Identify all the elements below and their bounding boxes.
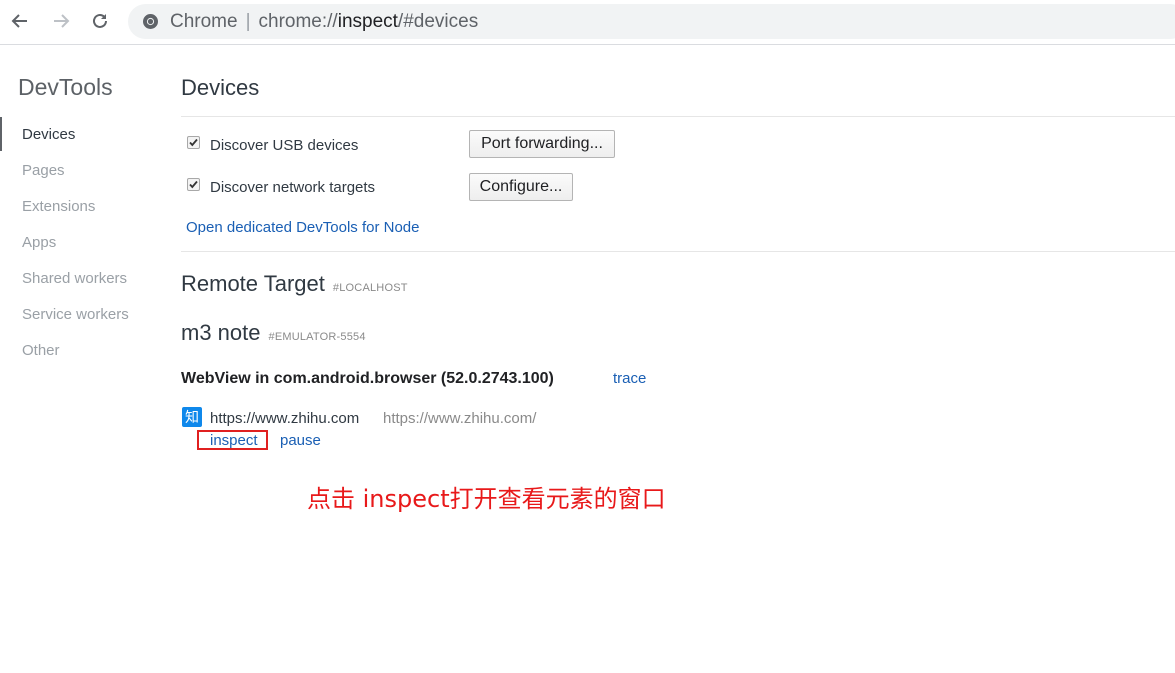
- sidebar-item-apps[interactable]: Apps: [22, 234, 56, 251]
- port-forwarding-button[interactable]: Port forwarding...: [469, 130, 615, 158]
- sidebar-item-devices[interactable]: Devices: [22, 126, 75, 143]
- pause-link[interactable]: pause: [280, 432, 321, 449]
- device-tag: #EMULATOR-5554: [268, 331, 366, 343]
- address-text: Chrome | chrome://inspect/#devices: [170, 11, 478, 33]
- sidebar-item-other[interactable]: Other: [22, 342, 60, 359]
- annotation-text: 点击 inspect打开查看元素的窗口: [307, 485, 666, 513]
- inspect-link[interactable]: inspect: [210, 432, 258, 449]
- arrow-right-icon: [54, 14, 70, 28]
- device-heading: m3 note #EMULATOR-5554: [181, 320, 366, 346]
- configure-button[interactable]: Configure...: [469, 173, 573, 201]
- address-separator: |: [245, 11, 251, 32]
- back-button[interactable]: [7, 8, 33, 34]
- arrow-left-icon: [11, 14, 27, 28]
- url-host: inspect: [337, 11, 398, 32]
- checkmark-icon: [189, 180, 198, 189]
- page-title-text: https://www.zhihu.com: [210, 410, 360, 427]
- sidebar-item-extensions[interactable]: Extensions: [22, 198, 95, 215]
- webview-title: WebView in com.android.browser (52.0.274…: [181, 370, 554, 387]
- remote-target-title: Remote Target: [181, 271, 325, 296]
- sidebar-title: DevTools: [18, 74, 113, 100]
- network-checkbox[interactable]: [187, 178, 200, 191]
- device-name: m3 note: [181, 320, 261, 345]
- checkmark-icon: [189, 138, 198, 147]
- reload-icon: [93, 13, 107, 28]
- node-devtools-link[interactable]: Open dedicated DevTools for Node: [186, 219, 419, 236]
- url-path: /#devices: [397, 11, 479, 32]
- sidebar-item-shared-workers[interactable]: Shared workers: [22, 270, 127, 287]
- url-prefix: chrome://: [258, 11, 338, 32]
- remote-target-tag: #LOCALHOST: [332, 282, 408, 294]
- page-title: Devices: [181, 75, 260, 100]
- site-label: Chrome: [170, 11, 238, 32]
- chrome-icon: [143, 14, 158, 29]
- active-item-marker: [0, 117, 2, 151]
- sidebar-item-service-workers[interactable]: Service workers: [22, 306, 129, 323]
- browser-toolbar: Chrome | chrome://inspect/#devices: [0, 0, 1175, 45]
- remote-target-heading: Remote Target #LOCALHOST: [181, 271, 408, 297]
- address-bar[interactable]: Chrome | chrome://inspect/#devices: [128, 4, 1175, 39]
- usb-label: Discover USB devices: [210, 137, 359, 154]
- trace-link[interactable]: trace: [613, 370, 646, 387]
- reload-button[interactable]: [87, 8, 113, 34]
- zhihu-favicon-icon: 知: [182, 407, 202, 427]
- network-label: Discover network targets: [210, 179, 376, 196]
- page-url-text: https://www.zhihu.com/: [383, 410, 537, 427]
- usb-checkbox[interactable]: [187, 136, 200, 149]
- forward-button[interactable]: [48, 8, 74, 34]
- divider: [181, 251, 1175, 252]
- divider: [181, 116, 1175, 117]
- sidebar-item-pages[interactable]: Pages: [22, 162, 65, 179]
